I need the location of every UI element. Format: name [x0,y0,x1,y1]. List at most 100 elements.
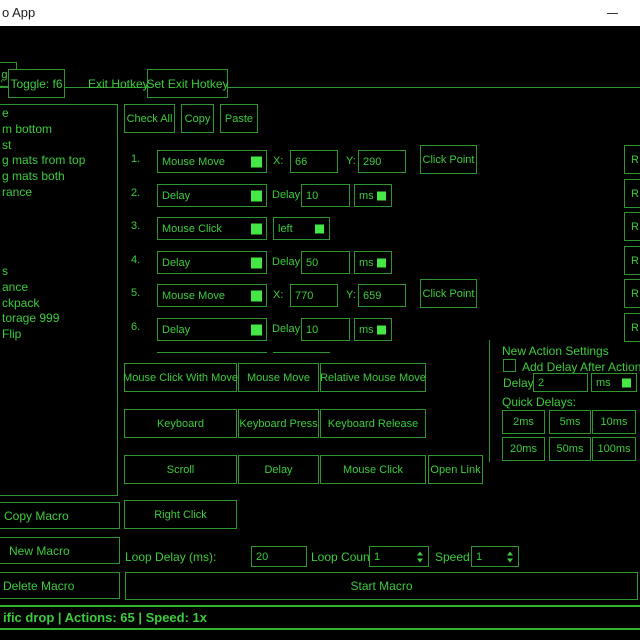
macro-list-item[interactable]: torage 999 [0,311,117,327]
mouse-button-dropdown[interactable]: left [273,217,330,240]
add-relative-mouse-move-button[interactable]: Relative Mouse Move [320,363,426,392]
remove-button[interactable]: R [624,246,640,275]
macro-list-item[interactable]: ckpack [0,296,117,312]
action-row: 4. Delay Delay 50 ms R [119,248,640,282]
quick-delay-button[interactable]: 2ms [502,410,545,434]
add-mouse-move-button[interactable]: Mouse Move [238,363,319,392]
dropdown-square-icon [251,223,262,234]
remove-button[interactable]: R [624,179,640,208]
macro-list-item[interactable]: g mats from top [0,153,117,169]
hotkey-label-fragment: : [0,76,3,90]
add-mouse-click-button[interactable]: Mouse Click [320,455,426,484]
click-point-button[interactable]: Click Point [420,145,477,174]
nas-delay-unit-value: ms [596,377,611,389]
paste-button[interactable]: Paste [220,104,258,133]
add-keyboard-press-button[interactable]: Keyboard Press [238,409,319,438]
app-window: o App gs : Toggle: f6 Exit Hotkey: Set E… [0,0,640,640]
macro-list-item[interactable]: g mats both [0,169,117,185]
stepper-arrows-icon[interactable] [417,551,423,562]
click-point-button[interactable]: Click Point [420,279,477,308]
macro-list-item[interactable] [0,232,117,248]
x-input[interactable]: 66 [290,150,338,173]
remove-button[interactable]: R [624,313,640,342]
add-delay-button[interactable]: Delay [238,455,319,484]
mouse-button-value: left [278,223,293,235]
start-macro-button[interactable]: Start Macro [125,572,638,600]
macro-list-item[interactable]: e [0,106,117,122]
remove-button[interactable]: R [624,279,640,308]
loop-count-stepper[interactable]: 1 [369,546,429,567]
window-title: o App [2,5,35,20]
quick-delay-button[interactable]: 10ms [592,410,636,434]
action-type-dropdown[interactable] [157,352,267,353]
add-keyboard-release-button[interactable]: Keyboard Release [320,409,426,438]
add-mouse-click-with-move-button[interactable]: Mouse Click With Move [124,363,237,392]
quick-delay-button[interactable]: 20ms [502,437,545,461]
y-input[interactable]: 290 [358,150,406,173]
x-input[interactable]: 770 [290,284,338,307]
nas-delay-unit-dropdown[interactable]: ms [591,373,637,392]
action-type-value: Delay [162,257,190,269]
loop-count-value: 1 [374,551,380,563]
action-type-dropdown[interactable]: Delay [157,184,267,207]
new-macro-button[interactable]: New Macro [0,537,120,564]
macro-list[interactable]: e m bottom st g mats from top g mats bot… [0,104,118,496]
action-type-dropdown[interactable]: Mouse Move [157,150,267,173]
action-type-dropdown[interactable]: Mouse Move [157,284,267,307]
add-open-link-button[interactable]: Open Link [428,455,483,484]
copy-button[interactable]: Copy [181,104,214,133]
macro-list-item[interactable]: Flip [0,327,117,343]
quick-delay-button[interactable]: 50ms [549,437,591,461]
add-right-click-button[interactable]: Right Click [124,500,237,529]
quick-delay-button[interactable]: 100ms [592,437,636,461]
mouse-button-dropdown[interactable] [273,352,330,353]
delay-value: 10 [306,190,318,202]
loop-delay-label: Loop Delay (ms): [125,550,216,564]
toggle-hotkey-button[interactable]: Toggle: f6 [8,69,65,98]
action-type-dropdown[interactable]: Mouse Click [157,217,267,240]
y-label: Y: [346,289,356,301]
delay-label: Delay [272,189,300,201]
delay-input[interactable]: 10 [301,184,350,207]
remove-button[interactable]: R [624,145,640,174]
y-input[interactable]: 659 [358,284,406,307]
app-body: gs : Toggle: f6 Exit Hotkey: Set Exit Ho… [0,26,640,640]
dropdown-square-icon [251,156,262,167]
check-all-button[interactable]: Check All [124,104,175,133]
speed-stepper[interactable]: 1 [471,546,519,567]
action-index: 2. [131,187,140,199]
macro-list-item[interactable]: rance [0,185,117,201]
speed-value: 1 [476,551,482,563]
minimize-button[interactable] [593,0,631,26]
delay-input[interactable]: 10 [301,318,350,341]
y-label: Y: [346,155,356,167]
stepper-arrows-icon[interactable] [507,551,513,562]
add-keyboard-button[interactable]: Keyboard [124,409,237,438]
add-scroll-button[interactable]: Scroll [124,455,237,484]
macro-list-item[interactable] [0,217,117,233]
action-type-value: Delay [162,190,190,202]
action-row: 3. Mouse Click left R [119,214,640,248]
new-action-settings-title: New Action Settings [502,344,609,358]
action-type-dropdown[interactable]: Delay [157,318,267,341]
macro-list-item[interactable]: m bottom [0,122,117,138]
action-index: 6. [131,321,140,333]
macro-list-item[interactable]: st [0,138,117,154]
macro-list-item[interactable] [0,248,117,264]
add-delay-checkbox[interactable] [503,359,516,372]
macro-list-item[interactable] [0,201,117,217]
macro-list-item[interactable]: ance [0,280,117,296]
nas-delay-input[interactable]: 2 [533,373,588,392]
macro-list-item[interactable]: s [0,264,117,280]
copy-macro-button[interactable]: Copy Macro [0,502,120,529]
delay-unit-dropdown[interactable]: ms [354,251,392,274]
delay-unit-dropdown[interactable]: ms [354,318,392,341]
delay-unit-dropdown[interactable]: ms [354,184,392,207]
action-type-dropdown[interactable]: Delay [157,251,267,274]
set-exit-hotkey-button[interactable]: Set Exit Hotkey [147,69,228,98]
delete-macro-button[interactable]: Delete Macro [0,572,120,599]
quick-delay-button[interactable]: 5ms [549,410,591,434]
remove-button[interactable]: R [624,212,640,241]
delay-input[interactable]: 50 [301,251,350,274]
loop-delay-input[interactable]: 20 [251,546,307,567]
